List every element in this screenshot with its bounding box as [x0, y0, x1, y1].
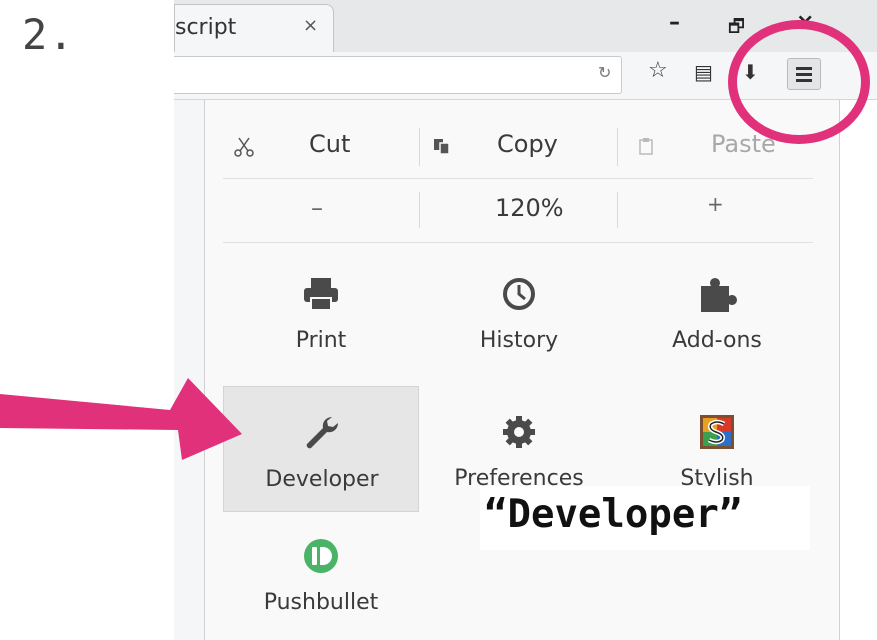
reload-icon[interactable]: ↻	[598, 63, 611, 82]
copy-label: Copy	[497, 130, 558, 158]
minimize-button[interactable]: –	[669, 10, 680, 35]
bookmark-star-icon[interactable]: ☆	[648, 58, 668, 83]
browser-tab[interactable]: script ×	[174, 4, 334, 52]
developer-label: Developer	[265, 467, 379, 492]
callout-text: “Developer”	[484, 492, 743, 537]
menu-button-highlight-circle	[728, 20, 870, 144]
copy-button[interactable]: Copy	[421, 120, 617, 174]
edit-controls-row: Cut Copy Paste	[223, 120, 813, 174]
cut-label: Cut	[309, 130, 351, 158]
zoom-out-button[interactable]: –	[311, 194, 323, 222]
developer-button[interactable]: Developer	[223, 386, 419, 512]
pushbullet-label: Pushbullet	[263, 590, 379, 615]
zoom-reset-button[interactable]: 120%	[495, 194, 564, 222]
stylish-logo-icon	[700, 415, 734, 449]
scissors-icon	[234, 137, 254, 157]
wrench-icon	[306, 416, 339, 449]
printer-icon	[304, 278, 338, 311]
tab-close-button[interactable]: ×	[303, 15, 318, 36]
cut-button[interactable]: Cut	[223, 120, 419, 174]
clock-icon	[503, 278, 535, 310]
puzzle-icon	[701, 278, 737, 312]
zoom-controls-row: – 120% +	[223, 180, 813, 240]
hamburger-menu-panel: Cut Copy Paste – 120% + Print History Ad…	[204, 100, 840, 640]
addons-label: Add-ons	[672, 328, 762, 353]
developer-callout: “Developer”	[480, 486, 810, 550]
page-content-edge	[174, 100, 204, 640]
restore-button[interactable]: 🗗	[728, 14, 745, 44]
zoom-in-button[interactable]: +	[707, 192, 724, 216]
tab-title: script	[175, 15, 237, 40]
addons-button[interactable]: Add-ons	[619, 248, 815, 374]
pointer-arrow	[0, 378, 242, 460]
gear-icon	[503, 416, 535, 448]
reader-list-icon[interactable]: ▤	[694, 60, 713, 84]
print-label: Print	[295, 328, 347, 353]
pushbullet-button[interactable]: Pushbullet	[223, 510, 419, 636]
history-label: History	[479, 328, 559, 353]
step-number: 2.	[22, 10, 75, 59]
pushbullet-logo-icon	[304, 539, 338, 573]
copy-icon	[434, 139, 450, 155]
clipboard-icon	[639, 138, 653, 155]
print-button[interactable]: Print	[223, 248, 419, 374]
history-button[interactable]: History	[421, 248, 617, 374]
url-bar[interactable]: ↻	[174, 56, 622, 94]
